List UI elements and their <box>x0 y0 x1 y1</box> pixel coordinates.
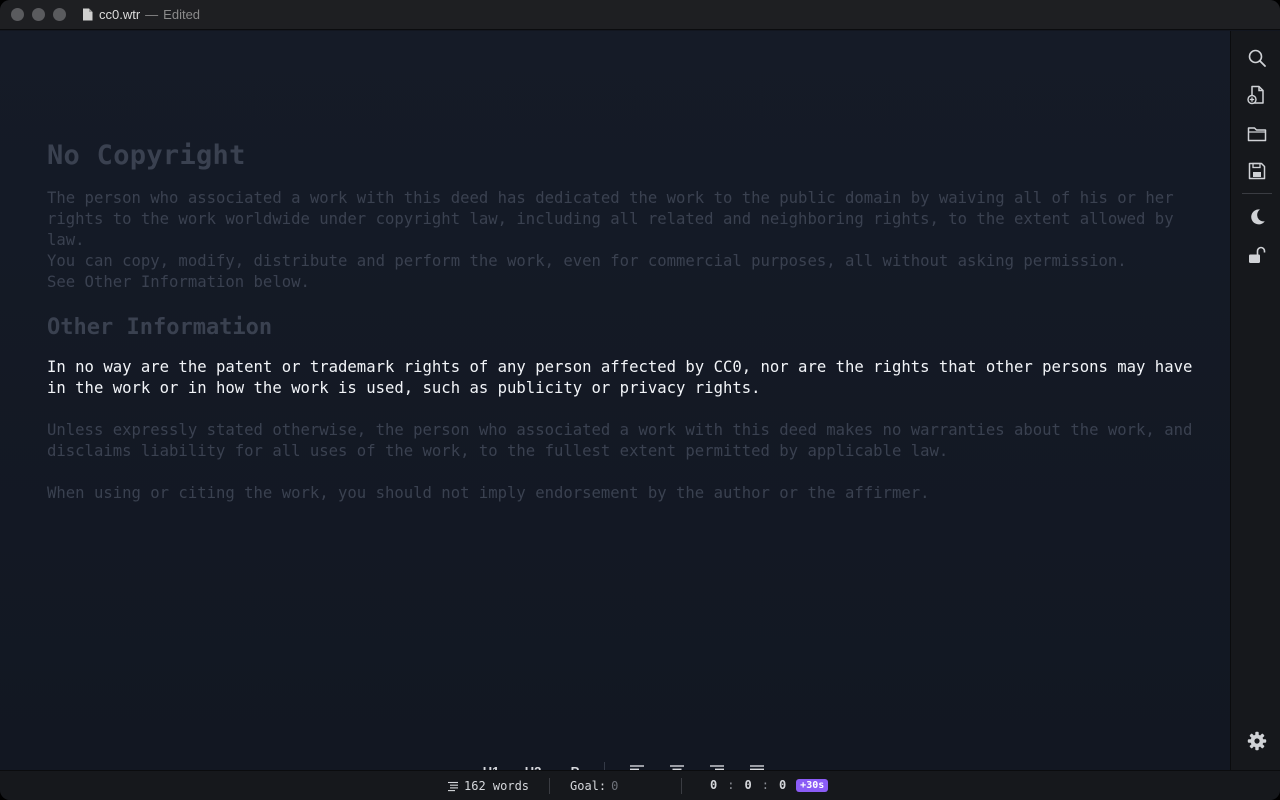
word-count: 162 words <box>447 779 529 793</box>
timer-hours: 0 <box>710 778 718 792</box>
title-bar: cc0.wtr — Edited <box>0 0 1280 30</box>
editor-area[interactable]: No Copyright The person who associated a… <box>0 31 1230 780</box>
paragraph-focused[interactable]: In no way are the patent or trademark ri… <box>47 357 1197 399</box>
paragraph[interactable]: Unless expressly stated otherwise, the p… <box>47 420 1197 462</box>
minimize-window-button[interactable] <box>32 8 45 21</box>
status-divider <box>681 778 682 794</box>
timer-seconds: 0 <box>778 778 787 792</box>
add-30s-button[interactable]: +30s <box>796 778 829 792</box>
app-window: cc0.wtr — Edited No Copyright The person… <box>0 0 1280 800</box>
status-divider <box>549 778 550 794</box>
new-file-icon <box>1247 85 1264 105</box>
dark-mode-toggle[interactable] <box>1246 206 1268 228</box>
close-window-button[interactable] <box>11 8 24 21</box>
paragraph[interactable]: When using or citing the work, you shoul… <box>47 483 1197 504</box>
maximize-window-button[interactable] <box>53 8 66 21</box>
save-icon <box>1248 162 1266 180</box>
timer[interactable]: 0 : 0 : 0 +30s <box>710 778 829 792</box>
timer-minutes: 0 <box>744 778 752 792</box>
lock-toggle[interactable] <box>1246 244 1268 266</box>
paragraph[interactable]: See Other Information below. <box>47 272 1197 293</box>
unlock-icon <box>1249 246 1266 263</box>
dark-mode-icon <box>1251 209 1265 225</box>
settings-button[interactable] <box>1246 730 1268 752</box>
sidebar-divider <box>1242 193 1272 194</box>
goal[interactable]: Goal: 0 <box>570 779 618 793</box>
word-count-value: 162 words <box>464 779 530 793</box>
heading-other-information[interactable]: Other Information <box>47 313 1197 343</box>
goal-value[interactable]: 0 <box>611 779 618 793</box>
paragraph[interactable]: You can copy, modify, distribute and per… <box>47 251 1197 272</box>
window-title-separator: — <box>145 7 159 22</box>
window-title-filename: cc0.wtr <box>99 7 141 22</box>
search-button[interactable] <box>1246 47 1268 69</box>
goal-label: Goal: <box>570 779 607 793</box>
document-icon <box>83 8 93 21</box>
window-title-status: Edited <box>163 7 201 22</box>
right-sidebar <box>1230 31 1280 770</box>
paragraph[interactable]: The person who associated a work with th… <box>47 188 1197 251</box>
window-controls <box>11 8 66 21</box>
open-folder-button[interactable] <box>1246 123 1268 145</box>
search-icon <box>1248 49 1266 67</box>
gear-icon <box>1247 731 1267 751</box>
status-bar: 162 words Goal: 0 0 : 0 : 0 +30s <box>0 770 1280 800</box>
open-folder-icon <box>1247 127 1267 142</box>
heading-no-copyright[interactable]: No Copyright <box>47 138 1197 174</box>
new-file-button[interactable] <box>1246 84 1268 106</box>
timer-colon: : <box>727 778 735 792</box>
save-button[interactable] <box>1246 160 1268 182</box>
timer-colon: : <box>761 778 769 792</box>
document-content[interactable]: No Copyright The person who associated a… <box>47 138 1197 504</box>
text-lines-icon <box>448 781 458 791</box>
